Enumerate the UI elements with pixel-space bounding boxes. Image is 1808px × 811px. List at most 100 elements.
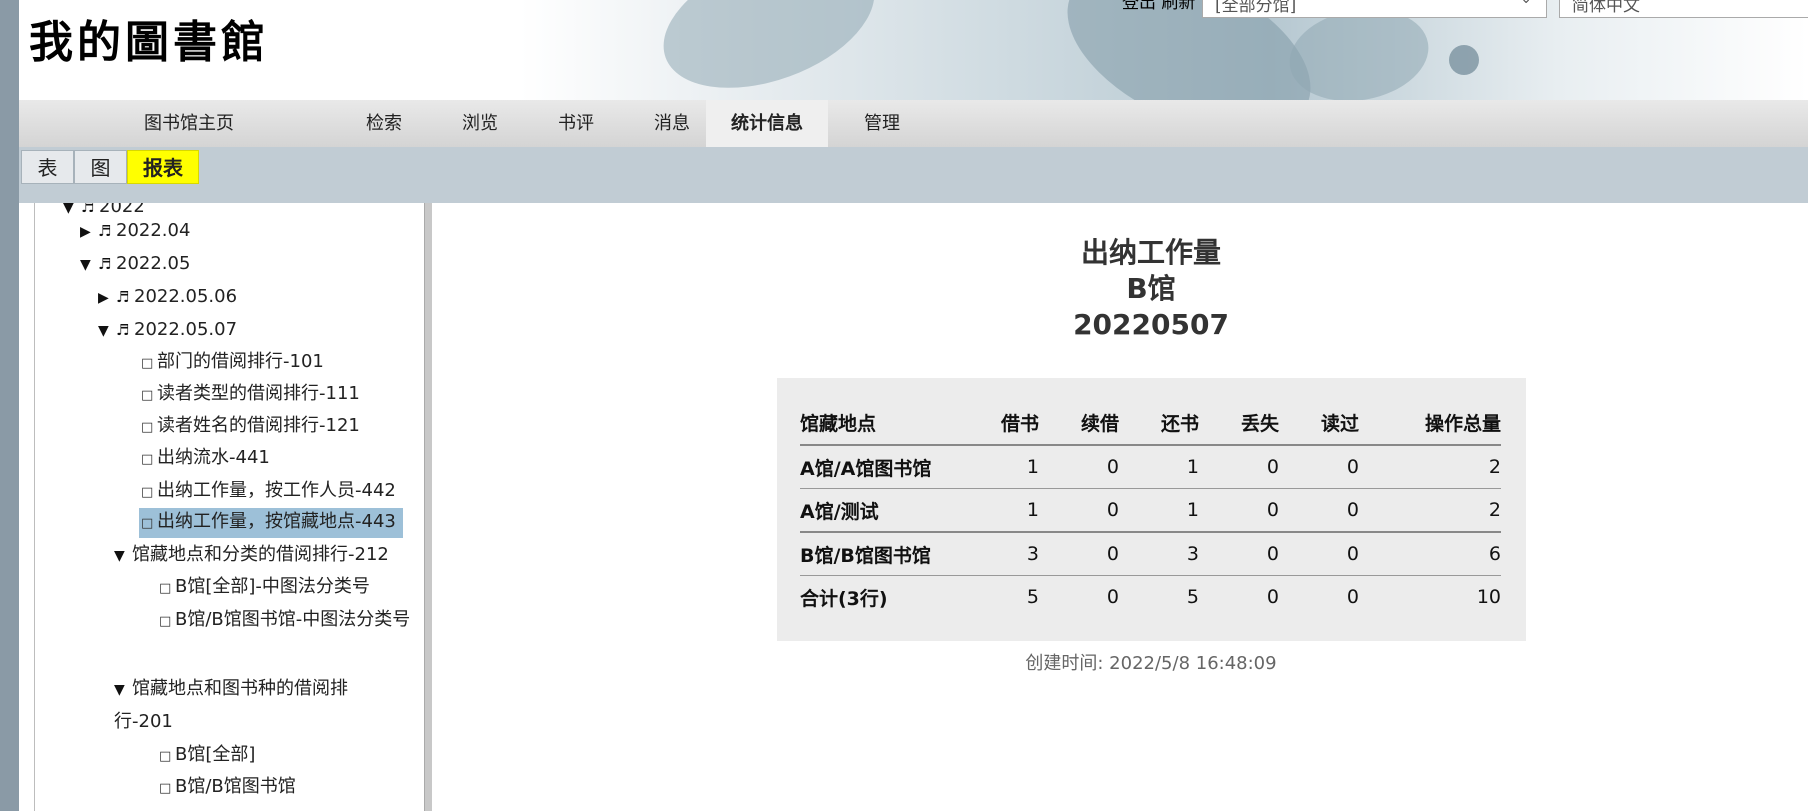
- checkbox-square-icon: □: [141, 420, 154, 435]
- tree-node[interactable]: ▶ ♬ 2022.04: [80, 219, 190, 244]
- table-cell: 1: [962, 445, 1039, 489]
- table-cell: 0: [1199, 532, 1279, 576]
- tree-node-label: 2022.05.06: [134, 286, 238, 307]
- checkbox-square-icon: □: [141, 356, 154, 371]
- table-cell: 5: [1186, 586, 1199, 608]
- tree-leaf[interactable]: □ 读者类型的借阅排行-111: [141, 382, 360, 408]
- table-cell: 1: [962, 488, 1039, 533]
- tree-leaf[interactable]: □ B馆/B馆图书馆-中图法分类号: [159, 604, 425, 637]
- report-title-line: 出纳工作量: [1080, 236, 1221, 269]
- music-note-icon: ♬: [98, 255, 112, 273]
- tree-leaf[interactable]: □ B馆/B馆图书馆: [159, 775, 296, 801]
- nav-messages[interactable]: 消息: [627, 100, 717, 147]
- music-note-icon: ♬: [116, 288, 130, 306]
- tree-leaf[interactable]: □ 出纳工作量，按工作人员-442: [141, 479, 396, 505]
- table-cell: 0: [1346, 586, 1359, 608]
- tree-leaf[interactable]: □ B馆[全部]-中图法分类号: [159, 575, 370, 601]
- header-banner: 我的圖書館 登出 刷新 [全部分馆] ⌄ 简体中文: [19, 0, 1808, 100]
- nav-browse[interactable]: 浏览: [435, 100, 525, 147]
- report-title-line: B馆: [1126, 272, 1176, 305]
- table-cell: 3: [962, 532, 1039, 576]
- tree-node-label: 馆藏地点和图书种的借阅排行-201: [114, 678, 348, 732]
- tree-node[interactable]: ▼ ♬ 2022.05: [80, 252, 190, 277]
- table-total-row: 合计(3行) 5 0 5 0 0 10: [800, 576, 1501, 619]
- chevron-down-icon: ⌄: [1520, 0, 1532, 7]
- triangle-down-icon[interactable]: ▼: [98, 319, 116, 343]
- column-header: 读过: [1279, 400, 1359, 446]
- column-header: 丢失: [1199, 400, 1279, 446]
- table-cell: A馆/测试: [800, 488, 962, 533]
- tree-leaf-label: 部门的借阅排行-101: [157, 351, 324, 372]
- music-note-icon: ♬: [116, 321, 130, 339]
- report-title: 出纳工作量 B馆 20220507: [960, 235, 1342, 343]
- tab-report[interactable]: 报表: [127, 150, 199, 184]
- table-cell: 0: [1039, 532, 1119, 576]
- table-row: B馆/B馆图书馆 3 0 3 0 0 6: [800, 532, 1501, 576]
- tree-leaf[interactable]: □ 读者姓名的借阅排行-121: [141, 414, 360, 440]
- nav-reviews[interactable]: 书评: [531, 100, 621, 147]
- login-refresh-link[interactable]: 登出 刷新: [1122, 0, 1195, 13]
- tree-leaf-label: B馆[全部]-中图法分类号: [175, 576, 370, 597]
- panel-splitter[interactable]: [424, 203, 432, 811]
- triangle-down-icon[interactable]: ▼: [80, 253, 98, 277]
- triangle-down-icon[interactable]: ▼: [63, 203, 81, 220]
- tree-node-label: 馆藏地点和分类的借阅排行-212: [132, 544, 389, 565]
- flower-petal-decoration: [645, 0, 893, 100]
- tree-leaf-label: B馆/B馆图书馆-中图法分类号: [175, 609, 411, 630]
- tree-leaf-label: 读者类型的借阅排行-111: [157, 383, 360, 404]
- checkbox-square-icon: □: [141, 388, 154, 403]
- table-cell: 0: [1199, 445, 1279, 489]
- nav-statistics[interactable]: 统计信息: [706, 100, 828, 147]
- tree-leaf-label: B馆[全部]: [175, 744, 256, 765]
- column-header: 借书: [962, 400, 1039, 446]
- tree-node-label: 2022.05.07: [134, 319, 238, 340]
- tree-node[interactable]: ▼ 馆藏地点和图书种的借阅排行-201: [114, 673, 384, 737]
- tree-node[interactable]: ▼ ♬ 2022: [63, 203, 145, 220]
- tree-leaf-label: 出纳流水-441: [157, 447, 270, 468]
- tree-leaf[interactable]: □ 部门的借阅排行-101: [141, 350, 324, 376]
- triangle-down-icon[interactable]: ▼: [114, 675, 132, 706]
- tree-leaf-label: 读者姓名的借阅排行-121: [157, 415, 360, 436]
- column-header: 操作总量: [1359, 400, 1501, 446]
- sub-nav: 表 图 报表: [19, 147, 1808, 203]
- created-time: 创建时间: 2022/5/8 16:48:09: [1025, 653, 1277, 674]
- checkbox-square-icon: □: [141, 516, 154, 531]
- table-header-row: 馆藏地点 借书 续借 还书 丢失 读过 操作总量: [800, 400, 1501, 446]
- nav-library-home[interactable]: 图书馆主页: [99, 100, 279, 147]
- triangle-down-icon[interactable]: ▼: [114, 544, 132, 568]
- tree-node[interactable]: ▼ 馆藏地点和分类的借阅排行-212: [114, 543, 389, 568]
- nav-search[interactable]: 检索: [339, 100, 429, 147]
- language-select-value: 简体中文: [1572, 0, 1640, 16]
- tree-node-label: 2022: [99, 203, 145, 217]
- table-cell: 0: [1039, 488, 1119, 533]
- tree-node-label: 2022.05: [116, 253, 191, 274]
- table-cell: 2: [1359, 488, 1501, 533]
- music-note-icon: ♬: [98, 222, 112, 240]
- tree-leaf[interactable]: □ B馆[全部]: [159, 743, 255, 769]
- triangle-right-icon[interactable]: ▶: [80, 220, 98, 244]
- tree-node[interactable]: ▶ ♬ 2022.05.06: [98, 285, 237, 310]
- tree-leaf[interactable]: □ 出纳流水-441: [141, 446, 270, 472]
- site-logo: 我的圖書館: [29, 17, 269, 68]
- tree-leaf-selected[interactable]: □ 出纳工作量，按馆藏地点-443: [139, 508, 403, 538]
- tree-node-label: 2022.04: [116, 220, 191, 241]
- column-header: 馆藏地点: [800, 400, 962, 446]
- table-cell: 0: [1279, 488, 1359, 533]
- table-cell: B馆/B馆图书馆: [800, 532, 962, 576]
- checkbox-square-icon: □: [159, 614, 172, 629]
- tab-table[interactable]: 表: [21, 150, 74, 184]
- tree-node[interactable]: ▼ ♬ 2022.05.07: [98, 318, 237, 343]
- language-select[interactable]: 简体中文: [1559, 0, 1808, 18]
- table-cell: 6: [1359, 532, 1501, 576]
- checkbox-square-icon: □: [159, 581, 172, 596]
- table-cell: 0: [1199, 488, 1279, 533]
- branch-select[interactable]: [全部分馆] ⌄: [1202, 0, 1547, 18]
- music-note-icon: ♬: [81, 203, 95, 216]
- triangle-right-icon[interactable]: ▶: [98, 286, 116, 310]
- tree-leaf-label: 出纳工作量，按馆藏地点-443: [157, 511, 396, 532]
- tree-leaf-label: B馆/B馆图书馆: [175, 776, 296, 797]
- nav-manage[interactable]: 管理: [837, 100, 927, 147]
- table-cell: 0: [1279, 532, 1359, 576]
- tab-chart[interactable]: 图: [74, 150, 127, 184]
- table-row: A馆/A馆图书馆 1 0 1 0 0 2: [800, 445, 1501, 489]
